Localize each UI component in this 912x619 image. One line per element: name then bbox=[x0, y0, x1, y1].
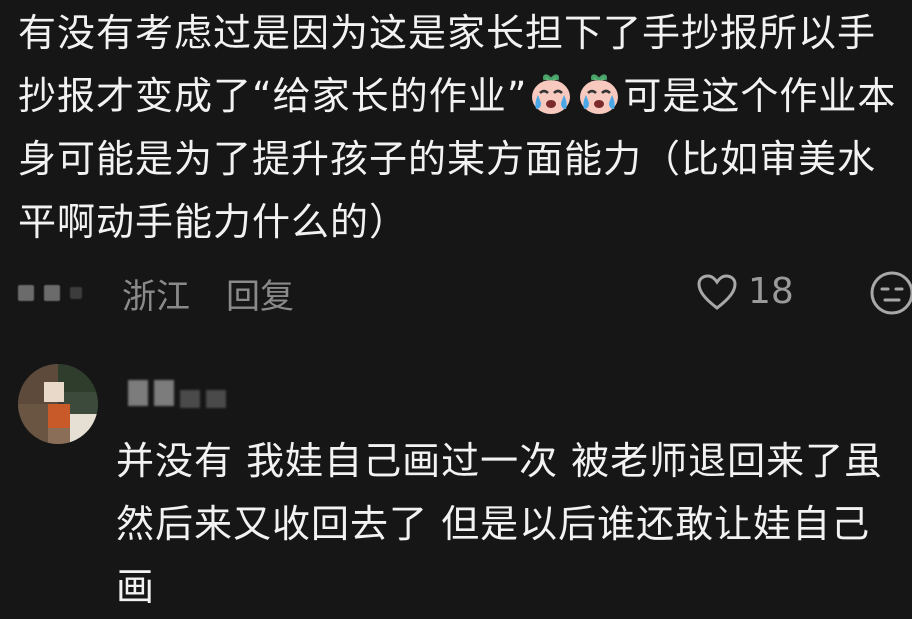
crying-face-icon bbox=[532, 74, 571, 114]
avatar-pixel bbox=[58, 364, 98, 392]
reply-button[interactable]: 回复 bbox=[226, 269, 294, 318]
blur-pixel bbox=[18, 285, 34, 301]
blur-pixel bbox=[128, 380, 148, 406]
dislike-face-icon[interactable] bbox=[868, 269, 912, 317]
blurred-username[interactable] bbox=[18, 285, 82, 301]
location-label: 浙江 bbox=[122, 276, 190, 317]
crying-face-icon bbox=[580, 74, 619, 114]
like-count: 18 bbox=[748, 271, 794, 312]
reply-text: 并没有 我娃自己画过一次 被老师退回来了虽然后来又收回去了 但是以后谁还敢让娃自… bbox=[116, 439, 884, 609]
blur-pixel bbox=[44, 285, 60, 301]
like-button[interactable]: 18 bbox=[696, 271, 794, 312]
avatar-pixel bbox=[70, 414, 98, 444]
avatar[interactable] bbox=[18, 364, 98, 444]
blur-pixel bbox=[180, 390, 200, 408]
comment-item: 有没有考虑过是因为这是家长担下了手抄报所以手抄报才变成了“给家长的作业” 可是这… bbox=[18, 0, 898, 254]
heart-icon bbox=[697, 273, 737, 310]
blur-pixel bbox=[70, 287, 82, 299]
avatar-pixel bbox=[18, 404, 48, 444]
avatar-pixel bbox=[48, 428, 70, 444]
blur-pixel bbox=[206, 390, 226, 408]
blurred-reply-username[interactable] bbox=[128, 380, 226, 408]
comment-text: 有没有考虑过是因为这是家长担下了手抄报所以手抄报才变成了“给家长的作业” 可是这… bbox=[18, 2, 898, 254]
blur-pixel bbox=[154, 380, 174, 406]
avatar-pixel bbox=[44, 382, 64, 402]
comment-meta-row: 浙江 回复 18 bbox=[18, 265, 912, 321]
avatar-pixel bbox=[48, 404, 70, 428]
